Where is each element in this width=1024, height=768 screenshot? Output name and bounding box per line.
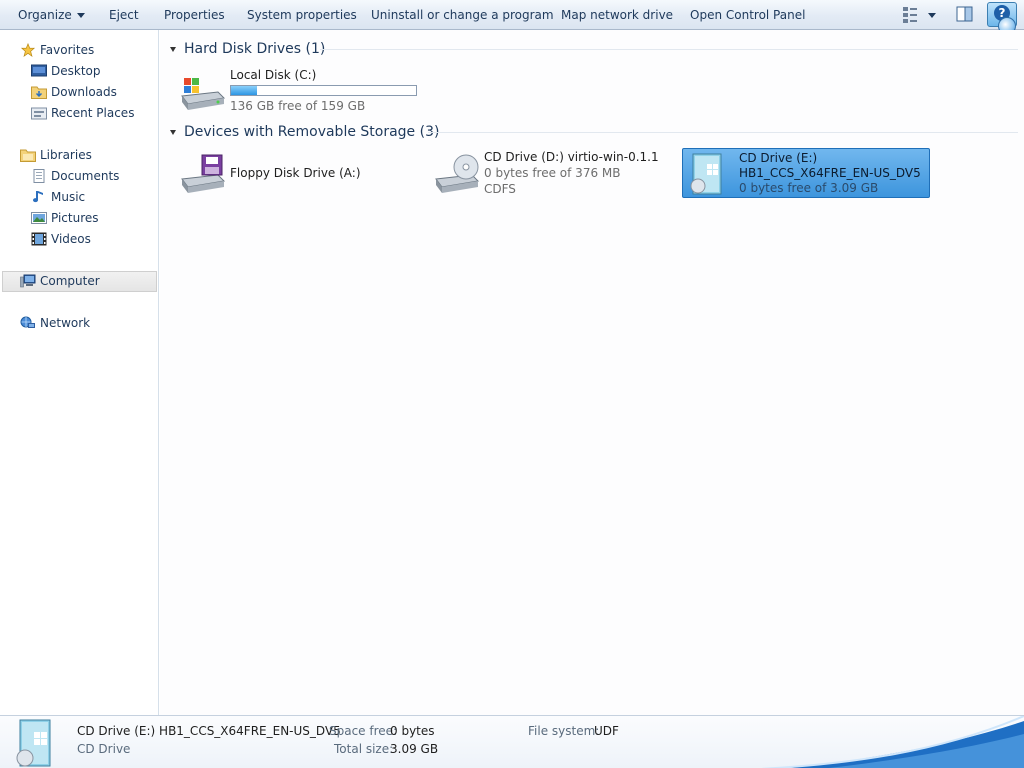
nav-music-label: Music xyxy=(51,190,86,204)
drive-e-free-space: 0 bytes free of 3.09 GB xyxy=(739,181,879,195)
drive-e-name: CD Drive (E:) xyxy=(739,151,818,165)
command-bar: Organize Eject Properties System propert… xyxy=(0,0,1024,35)
music-icon xyxy=(33,191,43,203)
group-hard-disk-label: Hard Disk Drives (1) xyxy=(184,41,326,57)
floppy-drive-icon xyxy=(181,154,226,193)
drive-e-tile[interactable]: CD Drive (E:) HB1_CCS_X64FRE_EN-US_DV5 0… xyxy=(682,148,930,198)
group-divider xyxy=(428,132,1018,133)
change-view-button[interactable] xyxy=(902,3,938,28)
star-icon xyxy=(20,43,36,57)
background-swoosh xyxy=(760,716,1024,768)
drive-e-volume-label: HB1_CCS_X64FRE_EN-US_DV5 xyxy=(739,166,921,180)
network-icon xyxy=(20,316,35,328)
details-pane: CD Drive (E:) HB1_CCS_X64FRE_EN-US_DV5 C… xyxy=(0,715,1024,768)
total-size-label: Total size: xyxy=(334,742,394,756)
group-removable-label: Devices with Removable Storage (3) xyxy=(184,124,440,140)
system-properties-button[interactable]: System properties xyxy=(247,0,357,30)
details-type: CD Drive xyxy=(77,742,131,756)
nav-favorites-label: Favorites xyxy=(40,43,95,57)
group-removable-storage[interactable]: Devices with Removable Storage (3) xyxy=(160,122,439,142)
total-size-value: 3.09 GB xyxy=(390,742,439,756)
preview-pane-icon xyxy=(956,6,973,22)
drive-c-free-space: 136 GB free of 159 GB xyxy=(230,99,366,113)
file-system-value: UDF xyxy=(594,724,619,738)
nav-computer-label: Computer xyxy=(40,274,100,288)
dvd-drive-icon xyxy=(16,719,51,767)
nav-downloads-label: Downloads xyxy=(51,85,117,99)
recent-places-icon xyxy=(31,107,47,120)
chevron-down-icon xyxy=(76,13,85,18)
open-control-panel-button[interactable]: Open Control Panel xyxy=(690,0,805,30)
drive-c-usage-bar xyxy=(230,85,417,96)
content-pane: Hard Disk Drives (1) Local Disk (C:) 136… xyxy=(160,30,1024,715)
eject-button[interactable]: Eject xyxy=(109,0,139,30)
organize-label: Organize xyxy=(18,8,72,22)
space-free-value: 0 bytes xyxy=(390,724,435,738)
libraries-icon xyxy=(20,149,36,162)
navigation-pane: Favorites Desktop Downloads Recent Place… xyxy=(0,30,159,715)
preview-pane-button[interactable] xyxy=(956,3,974,28)
desktop-icon xyxy=(31,64,47,77)
dvd-drive-icon xyxy=(690,153,722,195)
windows-drive-icon xyxy=(181,78,226,110)
view-options-icon xyxy=(903,7,936,23)
group-divider xyxy=(320,49,1018,50)
collapse-triangle-icon xyxy=(170,46,176,52)
drive-a-name: Floppy Disk Drive (A:) xyxy=(230,166,361,180)
organize-button[interactable]: Organize xyxy=(18,0,85,30)
drive-d-tile[interactable]: CD Drive (D:) virtio-win-0.1.1 0 bytes f… xyxy=(430,149,678,199)
drive-d-filesystem: CDFS xyxy=(484,182,516,196)
nav-documents-label: Documents xyxy=(51,169,120,183)
drive-c-tile[interactable]: Local Disk (C:) 136 GB free of 159 GB xyxy=(176,66,424,116)
nav-desktop-label: Desktop xyxy=(51,64,101,78)
nav-pictures-label: Pictures xyxy=(51,211,99,225)
group-hard-disk-drives[interactable]: Hard Disk Drives (1) xyxy=(160,39,325,59)
drive-d-free-space: 0 bytes free of 376 MB xyxy=(484,166,621,180)
pictures-icon xyxy=(31,212,47,224)
map-network-drive-button[interactable]: Map network drive xyxy=(561,0,673,30)
downloads-folder-icon xyxy=(31,86,47,99)
drive-c-usage-fill xyxy=(231,86,257,95)
drive-a-tile[interactable]: Floppy Disk Drive (A:) xyxy=(176,149,424,199)
computer-icon xyxy=(20,274,36,288)
videos-icon xyxy=(31,232,47,246)
documents-icon xyxy=(33,169,45,183)
nav-recent-places-label: Recent Places xyxy=(51,106,135,120)
details-title: CD Drive (E:) HB1_CCS_X64FRE_EN-US_DV5 xyxy=(77,724,341,738)
file-system-label: File system: xyxy=(528,724,600,738)
properties-button[interactable]: Properties xyxy=(164,0,225,30)
nav-libraries-label: Libraries xyxy=(40,148,92,162)
cd-drive-icon xyxy=(435,154,480,193)
space-free-label: Space free: xyxy=(329,724,398,738)
collapse-triangle-icon xyxy=(170,129,176,135)
nav-videos-label: Videos xyxy=(51,232,91,246)
uninstall-program-button[interactable]: Uninstall or change a program xyxy=(371,0,554,30)
drive-c-name: Local Disk (C:) xyxy=(230,68,317,82)
nav-network-label: Network xyxy=(40,316,91,330)
drive-d-name: CD Drive (D:) virtio-win-0.1.1 xyxy=(484,150,659,164)
